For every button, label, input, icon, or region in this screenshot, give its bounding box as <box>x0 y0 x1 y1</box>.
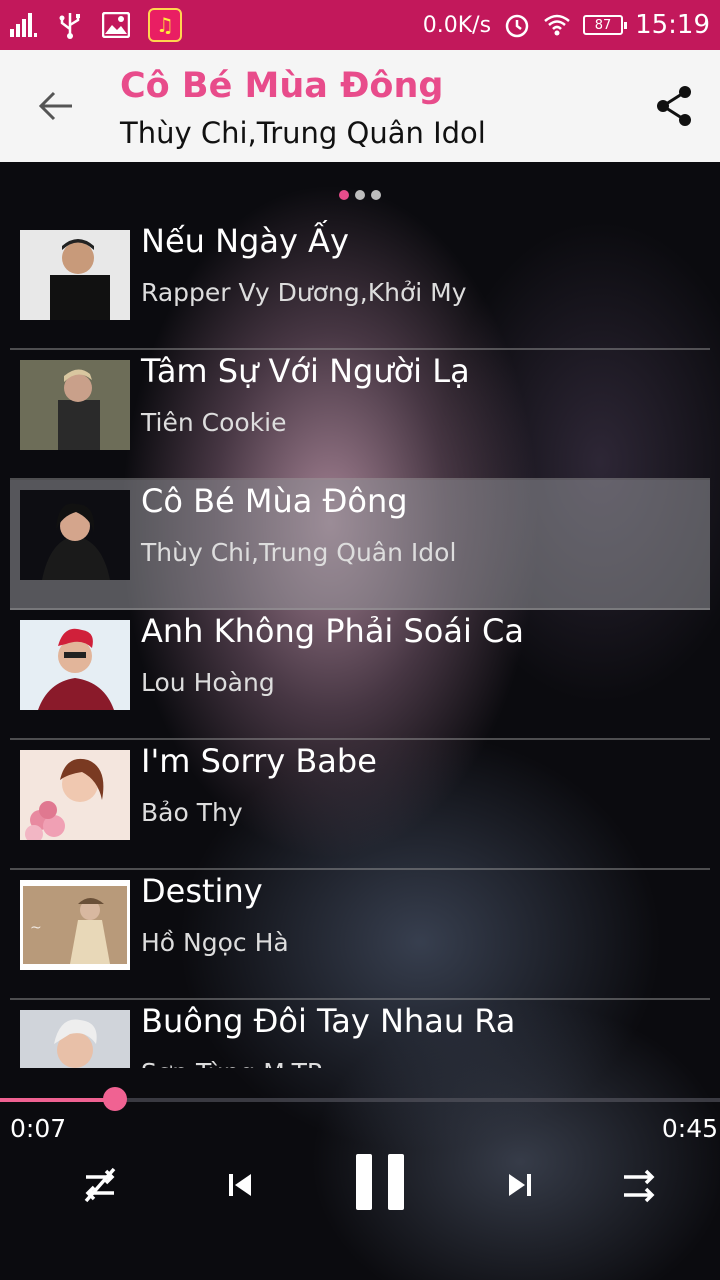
list-item[interactable]: Tâm Sự Với Người Lạ Tiên Cookie <box>10 350 710 480</box>
list-item[interactable]: Anh Không Phải Soái Ca Lou Hoàng <box>10 610 710 740</box>
current-time: 0:07 <box>10 1114 67 1143</box>
song-title: Tâm Sự Với Người Lạ <box>141 352 470 390</box>
song-artist: Rapper Vy Dương,Khởi My <box>141 278 467 307</box>
signal-icon <box>10 11 38 39</box>
usb-icon <box>56 11 84 39</box>
seek-bar-handle[interactable] <box>103 1087 127 1111</box>
pause-button[interactable] <box>340 1142 420 1222</box>
now-playing-header: Cô Bé Mùa Đông Thùy Chi,Trung Quân Idol <box>0 50 720 162</box>
song-title: I'm Sorry Babe <box>141 742 377 780</box>
song-artist: Bảo Thy <box>141 798 243 827</box>
back-button[interactable] <box>28 78 84 134</box>
album-thumbnail <box>20 750 130 840</box>
skip-previous-icon <box>229 1174 251 1196</box>
network-speed: 0.0K/s <box>422 12 492 38</box>
list-item[interactable]: Nếu Ngày Ấy Rapper Vy Dương,Khởi My <box>10 220 710 350</box>
album-thumbnail <box>20 360 130 450</box>
album-thumbnail <box>20 620 130 710</box>
seek-bar-progress <box>0 1098 115 1102</box>
playlist[interactable]: Nếu Ngày Ấy Rapper Vy Dương,Khởi My Tâm … <box>10 220 710 1068</box>
battery-level: 87 <box>594 17 612 33</box>
album-thumbnail <box>20 490 130 580</box>
album-thumbnail <box>20 1010 130 1068</box>
list-item[interactable]: Buông Đôi Tay Nhau Ra Sơn Tùng M-TP <box>10 1000 710 1068</box>
pause-icon <box>356 1154 404 1210</box>
song-artist: Sơn Tùng M-TP <box>141 1058 322 1068</box>
shuffle-off-button[interactable] <box>70 1158 130 1212</box>
alarm-icon <box>503 11 531 39</box>
sequential-play-icon <box>624 1169 655 1203</box>
previous-button[interactable] <box>210 1158 270 1212</box>
shuffle-off-icon <box>84 1167 116 1203</box>
share-button[interactable] <box>646 78 702 134</box>
svg-text:~: ~ <box>30 920 42 936</box>
song-title: Buông Đôi Tay Nhau Ra <box>141 1002 516 1040</box>
next-button[interactable] <box>490 1158 550 1212</box>
playback-order-button[interactable] <box>610 1158 670 1212</box>
song-title: Destiny <box>141 872 263 910</box>
song-title: Nếu Ngày Ấy <box>141 222 349 260</box>
album-thumbnail: ~ <box>20 880 130 970</box>
song-artist: Lou Hoàng <box>141 668 275 697</box>
list-item[interactable]: ~ Destiny Hồ Ngọc Hà <box>10 870 710 1000</box>
page-dot <box>371 190 381 200</box>
album-thumbnail <box>20 230 130 320</box>
song-title: Anh Không Phải Soái Ca <box>141 612 524 650</box>
status-bar: ♫ 0.0K/s 87 15:19 <box>0 0 720 50</box>
total-time: 0:45 <box>661 1114 718 1143</box>
image-icon <box>102 11 130 39</box>
list-item[interactable]: I'm Sorry Babe Bảo Thy <box>10 740 710 870</box>
song-artist: Thùy Chi,Trung Quân Idol <box>120 116 486 150</box>
battery-icon: 87 <box>583 15 628 35</box>
clock: 15:19 <box>635 10 710 40</box>
wifi-icon <box>543 11 571 39</box>
song-title: Cô Bé Mùa Đông <box>141 482 408 520</box>
player-main: Nếu Ngày Ấy Rapper Vy Dương,Khởi My Tâm … <box>0 162 720 1280</box>
arrow-back-icon <box>38 91 72 121</box>
song-title: Cô Bé Mùa Đông <box>120 66 444 106</box>
share-icon <box>657 86 691 126</box>
page-indicator <box>0 190 720 200</box>
page-dot <box>355 190 365 200</box>
song-artist: Hồ Ngọc Hà <box>141 928 289 957</box>
page-dot <box>339 190 349 200</box>
seek-bar[interactable] <box>0 1087 720 1111</box>
list-item-selected[interactable]: Cô Bé Mùa Đông Thùy Chi,Trung Quân Idol <box>10 480 710 610</box>
skip-next-icon <box>509 1174 531 1196</box>
app-notification-icon: ♫ <box>148 8 182 42</box>
song-artist: Tiên Cookie <box>141 408 287 437</box>
song-artist: Thùy Chi,Trung Quân Idol <box>141 538 457 567</box>
